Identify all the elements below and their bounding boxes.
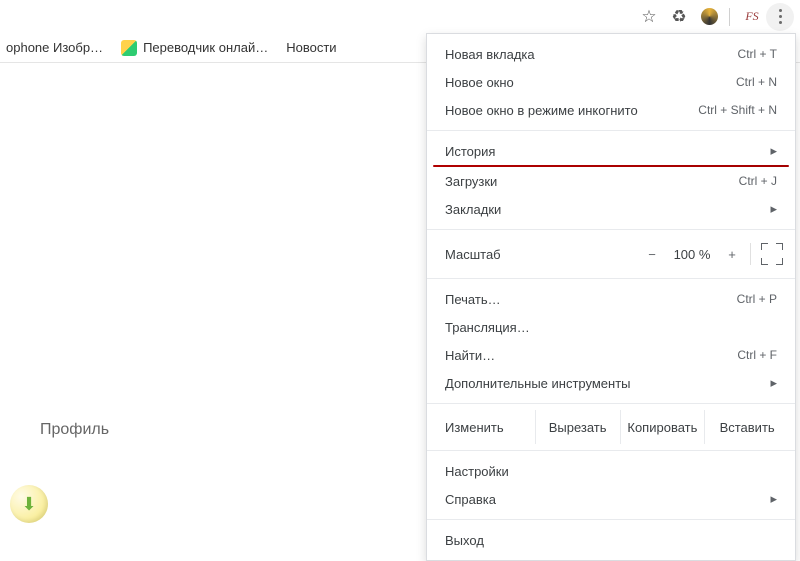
extensions-icon[interactable] <box>665 3 693 31</box>
menu-separator <box>427 403 795 404</box>
menu-separator <box>427 519 795 520</box>
profile-heading: Профиль <box>40 421 109 439</box>
menu-separator <box>427 450 795 451</box>
menu-separator <box>427 130 795 131</box>
menu-downloads[interactable]: Загрузки Ctrl + J <box>427 167 795 195</box>
submenu-arrow-icon: ▸ <box>770 375 777 391</box>
menu-settings[interactable]: Настройки <box>427 457 795 485</box>
edit-label: Изменить <box>445 420 535 435</box>
edit-cut-button[interactable]: Вырезать <box>535 410 620 444</box>
menu-cast[interactable]: Трансляция… <box>427 313 795 341</box>
fullscreen-icon[interactable] <box>761 243 783 265</box>
menu-new-tab[interactable]: Новая вкладка Ctrl + T <box>427 40 795 68</box>
menu-history[interactable]: История ▸ <box>427 137 795 165</box>
menu-separator <box>427 229 795 230</box>
bookmark-label: ophone Изобр… <box>6 40 103 55</box>
menu-new-window[interactable]: Новое окно Ctrl + N <box>427 68 795 96</box>
bookmark-item[interactable]: Переводчик онлай… <box>121 40 268 56</box>
bookmark-item[interactable]: Новости <box>286 40 336 55</box>
menu-help[interactable]: Справка ▸ <box>427 485 795 513</box>
bookmark-label: Переводчик онлай… <box>143 40 268 55</box>
star-icon[interactable] <box>635 3 663 31</box>
submenu-arrow-icon: ▸ <box>770 201 777 217</box>
extension-siri-icon[interactable] <box>695 3 723 31</box>
zoom-value: 100 % <box>666 247 718 262</box>
kebab-menu-button[interactable] <box>766 3 794 31</box>
zoom-label: Масштаб <box>445 247 638 262</box>
zoom-in-button[interactable]: + <box>718 247 746 262</box>
bookmark-item[interactable]: ophone Изобр… <box>6 40 103 55</box>
menu-print[interactable]: Печать… Ctrl + P <box>427 285 795 313</box>
chrome-main-menu: Новая вкладка Ctrl + T Новое окно Ctrl +… <box>426 33 796 561</box>
menu-bookmarks[interactable]: Закладки ▸ <box>427 195 795 223</box>
menu-find[interactable]: Найти… Ctrl + F <box>427 341 795 369</box>
menu-zoom-row: Масштаб − 100 % + <box>427 236 795 272</box>
zoom-divider <box>750 243 751 265</box>
extension-fs-icon[interactable]: FS <box>738 3 766 31</box>
browser-toolbar: FS <box>0 0 800 33</box>
bookmark-favicon-icon <box>121 40 137 56</box>
submenu-arrow-icon: ▸ <box>770 143 777 159</box>
zoom-out-button[interactable]: − <box>638 247 666 262</box>
menu-edit-row: Изменить Вырезать Копировать Вставить <box>427 410 795 444</box>
bookmark-label: Новости <box>286 40 336 55</box>
edit-paste-button[interactable]: Вставить <box>704 410 789 444</box>
menu-exit[interactable]: Выход <box>427 526 795 554</box>
menu-more-tools[interactable]: Дополнительные инструменты ▸ <box>427 369 795 397</box>
submenu-arrow-icon: ▸ <box>770 491 777 507</box>
menu-separator <box>427 278 795 279</box>
menu-incognito[interactable]: Новое окно в режиме инкогнито Ctrl + Shi… <box>427 96 795 124</box>
edit-copy-button[interactable]: Копировать <box>620 410 705 444</box>
toolbar-divider <box>729 8 730 26</box>
download-bubble-icon[interactable] <box>10 485 48 523</box>
